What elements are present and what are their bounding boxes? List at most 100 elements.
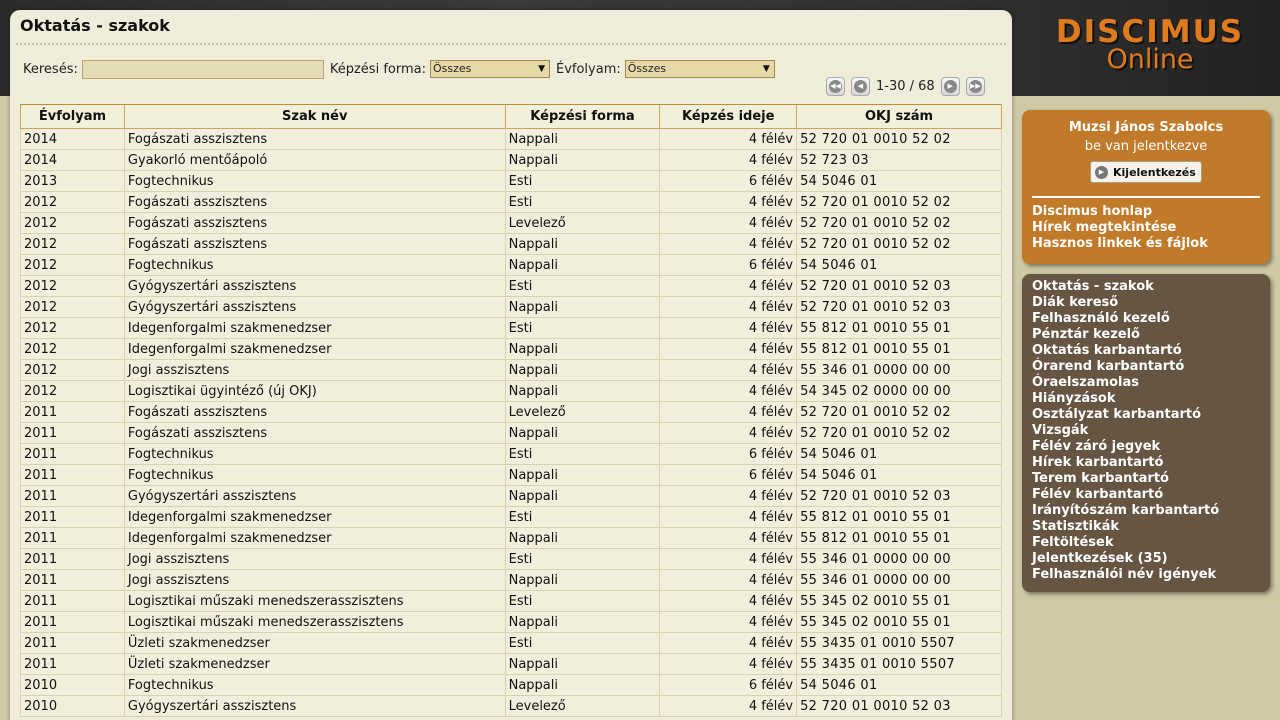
first-page-button[interactable]: ◀◀ [826,76,845,96]
course-name-cell: Gyógyszertári asszisztens [123,485,506,507]
table-row[interactable]: 2012 Fogászati asszisztens Levelező 4 félév… [20,212,1002,234]
menu-link[interactable]: Terem karbantartó [1032,471,1219,487]
menu-link[interactable]: Félév záró jegyek [1032,439,1219,455]
form-cell: Nappali [504,485,661,507]
year-cell: 2012 [20,338,125,360]
table-row[interactable]: 2011 Jogi asszisztens Esti 4 félév 55 346 01… [20,548,1002,570]
form-cell: Nappali [504,569,661,591]
year-cell: 2011 [20,527,125,549]
table-row[interactable]: 2014 Gyakorló mentőápoló Nappali 4 félév 52 … [20,149,1002,171]
form-cell: Levelező [504,212,661,234]
year-cell: 2011 [20,569,125,591]
next-page-icon: ▶ [943,79,957,93]
column-header[interactable]: Képzés ideje [659,104,798,129]
menu-link[interactable]: Felhasználó kezelő [1032,311,1219,327]
menu-link[interactable]: Feltöltések [1032,535,1219,551]
menu-link[interactable]: Hírek karbantartó [1032,455,1219,471]
duration-cell: 4 félév [659,485,798,507]
table-row[interactable]: 2013 Fogtechnikus Esti 6 félév 54 5046 01 [20,170,1002,192]
search-label: Keresés: [23,61,78,77]
column-header[interactable]: Képzési forma [504,104,661,129]
table-row[interactable]: 2012 Idegenforgalmi szakmenedzser Nappali 4… [20,338,1002,360]
okj-cell: 55 3435 01 0010 5507 [796,653,1002,675]
quick-link[interactable]: Hasznos linkek és fájlok [1032,236,1208,252]
course-name-cell: Fogtechnikus [123,674,506,696]
course-name-cell: Fogtechnikus [123,254,506,276]
duration-cell: 4 félév [659,233,798,255]
table-row[interactable]: 2010 Gyógyszertári asszisztens Levelező 4 f… [20,695,1002,717]
table-row[interactable]: 2012 Logisztikai ügyintéző (új OKJ) Nappal… [20,380,1002,402]
table-row[interactable]: 2012 Jogi asszisztens Nappali 4 félév 55 346… [20,359,1002,381]
menu-link[interactable]: Félév karbantartó [1032,487,1219,503]
menu-link[interactable]: Oktatás - szakok [1032,279,1219,295]
column-header[interactable]: Évfolyam [20,104,125,129]
login-state: be van jelentkezve [1084,139,1208,154]
year-cell: 2011 [20,422,125,444]
page-title: Oktatás - szakok [20,16,170,35]
table-row[interactable]: 2012 Fogászati asszisztens Esti 4 félév 52 7… [20,191,1002,213]
form-cell: Esti [504,170,661,192]
okj-cell: 52 720 01 0010 52 02 [796,233,1002,255]
menu-link[interactable]: Hiányzások [1032,391,1219,407]
table-row[interactable]: 2011 Fogászati asszisztens Nappali 4 félév 5… [20,422,1002,444]
form-cell: Nappali [504,611,661,633]
user-box-divider [1032,196,1260,198]
form-cell: Esti [504,191,661,213]
logout-button[interactable]: ▶ Kijelentkezés [1090,161,1202,183]
duration-cell: 6 félév [659,674,798,696]
okj-cell: 55 346 01 0000 00 00 [796,569,1002,591]
table-row[interactable]: 2012 Fogászati asszisztens Nappali 4 félév 5… [20,233,1002,255]
menu-link[interactable]: Oktatás karbantartó [1032,343,1219,359]
menu-link[interactable]: Pénztár kezelő [1032,327,1219,343]
year-cell: 2011 [20,485,125,507]
year-cell: 2011 [20,653,125,675]
table-row[interactable]: 2011 Fogászati asszisztens Levelező 4 félév… [20,401,1002,423]
duration-cell: 4 félév [659,128,798,150]
year-cell: 2012 [20,317,125,339]
quick-link[interactable]: Hírek megtekintése [1032,220,1208,236]
course-name-cell: Idegenforgalmi szakmenedzser [123,338,506,360]
table-row[interactable]: 2012 Fogtechnikus Nappali 6 félév 54 5046 01 [20,254,1002,276]
duration-cell: 4 félév [659,422,798,444]
last-page-button[interactable]: ▶▶ [965,76,985,96]
menu-link[interactable]: Felhasználói név igények [1032,567,1219,583]
table-row[interactable]: 2011 Idegenforgalmi szakmenedzser Esti 4 fé… [20,506,1002,528]
menu-link[interactable]: Jelentkezések (35) [1032,551,1219,567]
column-header[interactable]: Szak név [123,104,506,129]
table-row[interactable]: 2011 Logisztikai műszaki menedszerasszisz… [20,590,1002,612]
okj-cell: 55 812 01 0010 55 01 [796,506,1002,528]
year-select[interactable]: Összes ▼ [624,60,775,78]
table-row[interactable]: 2010 Fogtechnikus Nappali 6 félév 54 5046 01 [20,674,1002,696]
course-name-cell: Jogi asszisztens [123,569,506,591]
table-row[interactable]: 2011 Gyógyszertári asszisztens Nappali 4 fé… [20,485,1002,507]
prev-page-button[interactable]: ◀ [851,76,870,96]
menu-link[interactable]: Statisztikák [1032,519,1219,535]
table-row[interactable]: 2011 Logisztikai műszaki menedszerasszisz… [20,611,1002,633]
duration-cell: 4 félév [659,590,798,612]
table-row[interactable]: 2011 Jogi asszisztens Nappali 4 félév 55 346… [20,569,1002,591]
table-row[interactable]: 2011 Idegenforgalmi szakmenedzser Nappali 4… [20,527,1002,549]
table-row[interactable]: 2011 Üzleti szakmenedzser Nappali 4 félév 55… [20,653,1002,675]
menu-link[interactable]: Órarend karbantartó [1032,359,1219,375]
search-input[interactable] [81,59,324,79]
form-cell: Nappali [504,464,661,486]
form-select[interactable]: Összes ▼ [429,60,550,78]
menu-link[interactable]: Osztályzat karbantartó [1032,407,1219,423]
table-row[interactable]: 2011 Fogtechnikus Nappali 6 félév 54 5046 01 [20,464,1002,486]
discimus-logo[interactable]: DISCIMUS Online [1040,14,1260,74]
table-row[interactable]: 2011 Üzleti szakmenedzser Esti 4 félév 55 34… [20,632,1002,654]
quick-link[interactable]: Discimus honlap [1032,204,1208,220]
next-page-button[interactable]: ▶ [940,76,960,96]
table-row[interactable]: 2012 Gyógyszertári asszisztens Nappali 4 fé… [20,296,1002,318]
column-header[interactable]: OKJ szám [796,104,1002,129]
menu-link[interactable]: Diák kereső [1032,295,1219,311]
table-row[interactable]: 2011 Fogtechnikus Esti 6 félév 54 5046 01 [20,443,1002,465]
menu-link[interactable]: Irányítószám karbantartó [1032,503,1219,519]
table-row[interactable]: 2012 Gyógyszertári asszisztens Esti 4 félév… [20,275,1002,297]
menu-link[interactable]: Óraelszamolas [1032,375,1219,391]
course-name-cell: Gyógyszertári asszisztens [123,695,506,717]
duration-cell: 4 félév [659,212,798,234]
menu-link[interactable]: Vizsgák [1032,423,1219,439]
table-row[interactable]: 2012 Idegenforgalmi szakmenedzser Esti 4 fé… [20,317,1002,339]
table-row[interactable]: 2014 Fogászati asszisztens Nappali 4 félév 5… [20,128,1002,150]
